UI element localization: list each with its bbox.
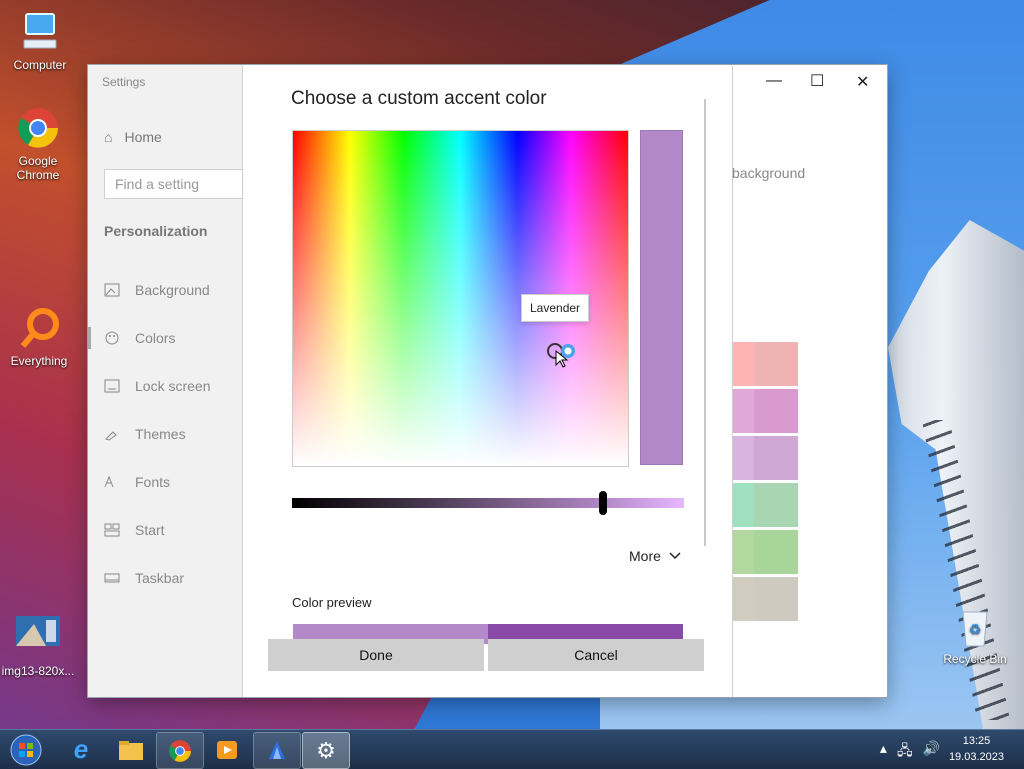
custom-accent-dialog: Choose a custom accent color Lavender Mo…: [243, 66, 732, 697]
more-label: More: [629, 548, 661, 564]
network-icon[interactable]: 🖧: [897, 740, 913, 764]
taskbar: e ⚙ ▴ 🖧 🔊 13:25 19.03.2023: [0, 729, 1024, 769]
nav-item-label: Colors: [135, 330, 176, 346]
everything-search-icon: [17, 306, 61, 350]
recycle-bin-icon: ♻: [953, 604, 997, 648]
desktop-icon-computer[interactable]: Computer: [3, 10, 77, 72]
nav-item-background[interactable]: Background: [104, 282, 210, 298]
done-button[interactable]: Done: [268, 639, 484, 671]
clock-time: 13:25: [962, 735, 991, 747]
taskbar-icon: [104, 573, 120, 583]
lock-screen-icon: [104, 379, 120, 393]
maximize-button[interactable]: ☐: [810, 71, 824, 91]
system-tray: ▴ 🖧 🔊: [880, 740, 940, 764]
color-preview-label: Color preview: [292, 595, 372, 610]
clock-date: 19.03.2023: [948, 751, 1004, 763]
gear-icon: ⚙: [316, 737, 336, 763]
dialog-scrollbar[interactable]: [704, 99, 706, 546]
section-title: Personalization: [104, 223, 208, 239]
taskbar-media-player[interactable]: [204, 732, 250, 767]
settings-sidebar: Settings ⌂ Home Find a setting Personali…: [88, 65, 254, 697]
nav-item-colors[interactable]: Colors: [104, 330, 175, 346]
nav-item-label: Lock screen: [135, 378, 211, 394]
search-input[interactable]: Find a setting: [104, 169, 254, 199]
palette-icon: [105, 331, 119, 345]
nav-home-label: Home: [124, 129, 162, 145]
brush-icon: [105, 431, 117, 441]
color-swatch[interactable]: [754, 389, 798, 433]
nav-item-label: Start: [135, 522, 165, 538]
taskbar-settings[interactable]: ⚙: [302, 732, 350, 769]
desktop-icon-label: Google Chrome: [16, 154, 60, 182]
dialog-title: Choose a custom accent color: [291, 88, 547, 109]
taskbar-internet-explorer[interactable]: e: [58, 732, 104, 767]
close-button[interactable]: ✕: [856, 72, 869, 92]
start-button[interactable]: [4, 732, 48, 767]
svg-text:♻: ♻: [969, 621, 982, 637]
desktop-icon-label: Everything: [10, 354, 68, 368]
selected-color-bar: [640, 130, 683, 465]
color-name-tooltip: Lavender: [521, 294, 590, 322]
volume-icon[interactable]: 🔊: [923, 740, 940, 764]
nav-item-taskbar[interactable]: Taskbar: [104, 570, 184, 586]
folder-icon: [119, 740, 143, 760]
background-setting-label: background: [732, 165, 806, 181]
color-swatch[interactable]: [754, 342, 798, 386]
taskbar-app-blue[interactable]: [253, 732, 301, 769]
system-clock[interactable]: 13:25 19.03.2023: [949, 733, 1004, 765]
taskbar-google-chrome[interactable]: [156, 732, 204, 769]
image-file-icon: [16, 616, 60, 660]
desktop-icon-chrome[interactable]: Google Chrome: [1, 106, 75, 182]
desktop-icon-everything[interactable]: Everything: [2, 306, 76, 368]
tray-expand-icon[interactable]: ▴: [880, 740, 887, 764]
nav-item-label: Background: [135, 282, 210, 298]
desktop-icon-image-file[interactable]: img13-820x...: [1, 616, 75, 678]
windows-orb-icon: [10, 734, 42, 765]
media-player-icon: [217, 740, 237, 759]
color-swatch[interactable]: [754, 436, 798, 480]
color-swatch[interactable]: [754, 577, 798, 621]
desktop-icon-label: Computer: [13, 58, 67, 72]
color-swatch[interactable]: [754, 530, 798, 574]
nav-item-label: Fonts: [135, 474, 171, 490]
font-icon: [104, 475, 114, 488]
nav-item-start[interactable]: Start: [104, 522, 165, 538]
more-toggle[interactable]: More: [629, 548, 681, 564]
chevron-down-icon: [669, 552, 681, 560]
mouse-cursor-icon: [555, 350, 569, 368]
nav-item-lock-screen[interactable]: Lock screen: [104, 378, 210, 394]
chrome-icon: [16, 106, 60, 150]
nav-item-fonts[interactable]: Fonts: [104, 474, 170, 490]
cancel-button[interactable]: Cancel: [488, 639, 704, 671]
brightness-slider-thumb[interactable]: [599, 491, 607, 515]
home-icon: ⌂: [104, 129, 113, 145]
computer-icon: [18, 10, 62, 54]
app-blue-icon: [269, 740, 285, 759]
chrome-icon: [169, 739, 191, 762]
nav-selection-indicator: [88, 327, 91, 349]
desktop-icon-recycle-bin[interactable]: ♻ Recycle Bin: [938, 604, 1012, 666]
brightness-slider[interactable]: [292, 498, 684, 508]
nav-item-label: Taskbar: [135, 570, 185, 586]
desktop-icon-label: img13-820x...: [1, 664, 75, 678]
nav-item-themes[interactable]: Themes: [104, 426, 186, 442]
nav-item-label: Themes: [135, 426, 186, 442]
internet-explorer-icon: e: [73, 734, 89, 764]
nav-home[interactable]: ⌂ Home: [104, 129, 162, 145]
color-swatch[interactable]: [754, 483, 798, 527]
picture-icon: [104, 283, 120, 297]
window-title: Settings: [102, 75, 146, 89]
minimize-button[interactable]: —: [766, 72, 782, 90]
taskbar-file-explorer[interactable]: [108, 732, 154, 767]
desktop-icon-label: Recycle Bin: [943, 652, 1007, 666]
start-icon: [104, 523, 120, 537]
